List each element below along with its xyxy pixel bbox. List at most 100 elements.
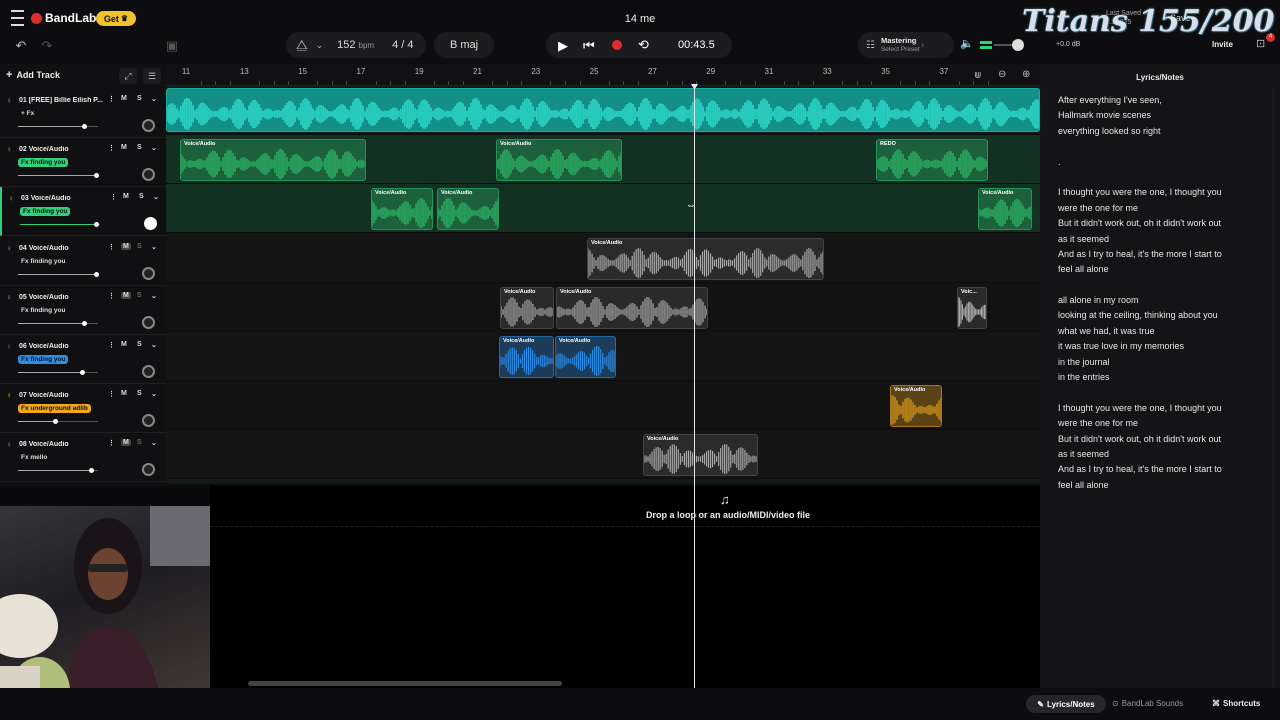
skip-back-icon[interactable]: ⏮ bbox=[583, 38, 595, 54]
volume-slider[interactable] bbox=[18, 320, 98, 326]
mute-button[interactable]: M bbox=[121, 390, 127, 397]
audio-clip[interactable]: Voice/Audio bbox=[180, 139, 366, 182]
solo-button[interactable]: S bbox=[137, 390, 142, 397]
fx-chip[interactable]: Fx finding you bbox=[18, 355, 69, 364]
track-name[interactable]: 01 [FREE] Billie Eilish P... bbox=[19, 97, 107, 104]
automation-icon[interactable]: ⤢ bbox=[119, 68, 137, 84]
fx-chip[interactable]: + Fx bbox=[18, 109, 37, 118]
audio-clip[interactable]: Voice/Audio bbox=[587, 237, 824, 280]
chevron-down-icon[interactable]: ⌄ bbox=[151, 243, 157, 251]
zoom-out-icon[interactable]: ⊖ bbox=[998, 69, 1006, 80]
track-name[interactable]: 05 Voice/Audio bbox=[19, 294, 107, 301]
audio-clip[interactable] bbox=[166, 88, 1040, 132]
audio-clip[interactable]: Voice/Audio bbox=[500, 286, 554, 329]
track-name[interactable]: 06 Voice/Audio bbox=[19, 343, 107, 350]
master-volume-knob[interactable] bbox=[1012, 39, 1024, 51]
more-icon[interactable]: ⋮ bbox=[108, 341, 115, 349]
solo-button[interactable]: S bbox=[137, 439, 142, 446]
volume-slider[interactable] bbox=[18, 173, 99, 179]
solo-button[interactable]: S bbox=[137, 292, 142, 299]
volume-slider[interactable] bbox=[18, 419, 98, 425]
audio-clip[interactable]: REDO bbox=[876, 139, 988, 182]
fx-chip[interactable]: Fx finding you bbox=[18, 306, 68, 315]
track-lanes[interactable]: Voice/Audio Voice/Audio REDO Voice/Audio Voi… bbox=[166, 86, 1040, 484]
track-header[interactable]: ♀ 04 Voice/Audio Fx finding you ⋮ M S ⌄ bbox=[0, 237, 166, 286]
track-name[interactable]: 08 Voice/Audio bbox=[19, 441, 107, 448]
key-selector[interactable]: B maj bbox=[434, 32, 494, 58]
metronome-dropdown-icon[interactable]: ⌄ bbox=[316, 40, 324, 51]
editor-toggle-icon[interactable]: ▣ bbox=[162, 37, 182, 55]
track-name[interactable]: 04 Voice/Audio bbox=[19, 245, 107, 252]
volume-handle[interactable] bbox=[81, 124, 87, 129]
track-header[interactable]: ♀ 02 Voice/Audio Fx finding you ⋮ M S ⌄ bbox=[0, 138, 166, 188]
solo-button[interactable]: S bbox=[139, 193, 144, 200]
mute-button[interactable]: M bbox=[121, 341, 127, 348]
more-icon[interactable]: ⋮ bbox=[108, 390, 115, 398]
playhead[interactable] bbox=[691, 84, 698, 688]
audio-clip[interactable]: Voice/Audio bbox=[499, 336, 554, 378]
fx-chip[interactable]: Fx finding you bbox=[20, 207, 71, 217]
invite-button[interactable]: Invite bbox=[1212, 40, 1233, 49]
volume-handle[interactable] bbox=[52, 419, 58, 425]
more-icon[interactable]: ⋮ bbox=[108, 144, 115, 152]
audio-clip[interactable]: Voice/Audio bbox=[890, 385, 942, 428]
chevron-down-icon[interactable]: ⌄ bbox=[153, 193, 159, 201]
track-header[interactable]: ♀ 01 [FREE] Billie Eilish P... + Fx ⋮ M S ⌄ bbox=[0, 89, 166, 138]
track-header[interactable]: ♀ 05 Voice/Audio Fx finding you ⋮ M S ⌄ bbox=[0, 286, 166, 335]
time-signature[interactable]: 4 / 4 bbox=[392, 39, 413, 51]
audio-clip[interactable]: Voice/Audio bbox=[978, 188, 1032, 231]
volume-handle[interactable] bbox=[94, 222, 99, 228]
more-icon[interactable]: ⋮ bbox=[108, 243, 115, 251]
chevron-down-icon[interactable]: ⌄ bbox=[151, 95, 157, 103]
snap-magnet-icon[interactable]: ⋓ bbox=[974, 70, 982, 81]
fx-chip[interactable]: Fx finding you bbox=[18, 257, 68, 266]
shortcuts-button[interactable]: ⌘ Shortcuts bbox=[1212, 699, 1260, 708]
more-icon[interactable]: ⋮ bbox=[108, 439, 115, 447]
audio-clip[interactable]: Voice/Audio bbox=[556, 286, 708, 329]
solo-button[interactable]: S bbox=[137, 144, 142, 151]
volume-slider[interactable] bbox=[20, 222, 100, 228]
chevron-down-icon[interactable]: ⌄ bbox=[151, 144, 157, 152]
pan-knob[interactable] bbox=[142, 414, 155, 428]
audio-clip[interactable]: Voic... bbox=[957, 286, 987, 329]
more-icon[interactable]: ⋮ bbox=[110, 193, 117, 201]
redo-icon[interactable]: ↷ bbox=[38, 37, 56, 55]
bandlab-logo[interactable]: BandLab bbox=[31, 11, 96, 25]
fx-chip[interactable]: Fx finding you bbox=[18, 158, 69, 168]
play-icon[interactable]: ▶ bbox=[558, 38, 568, 54]
project-title[interactable]: 14 me bbox=[600, 13, 680, 25]
pan-knob[interactable] bbox=[142, 266, 155, 280]
gift-icon[interactable]: ⊡ bbox=[1256, 37, 1265, 50]
volume-slider[interactable] bbox=[18, 370, 98, 375]
bpm-value[interactable]: 152 bbox=[337, 39, 355, 51]
mute-button[interactable]: M bbox=[121, 95, 127, 102]
audio-clip[interactable]: Voice/Audio bbox=[496, 139, 622, 182]
solo-button[interactable]: S bbox=[137, 243, 142, 250]
mute-button[interactable]: M bbox=[121, 242, 131, 250]
pan-knob[interactable] bbox=[142, 365, 155, 378]
tab-lyrics-notes[interactable]: ✎ Lyrics/Notes bbox=[1026, 695, 1106, 713]
undo-icon[interactable]: ↶ bbox=[12, 37, 30, 55]
more-icon[interactable]: ⋮ bbox=[108, 95, 115, 103]
timeline-ruler[interactable]: 11 13 15 17 19 21 23 25 27 29 31 33 35 37 bbox=[166, 64, 1040, 86]
volume-handle[interactable] bbox=[82, 320, 88, 326]
track-header[interactable]: ♀ 03 Voice/Audio Fx finding you ⋮ M S ⌄ bbox=[0, 187, 166, 237]
volume-handle[interactable] bbox=[93, 271, 99, 277]
horizontal-scrollbar[interactable] bbox=[248, 681, 562, 686]
volume-handle[interactable] bbox=[93, 173, 99, 179]
drop-zone[interactable]: ♫ Drop a loop or an audio/MIDI/video fil… bbox=[210, 486, 1040, 688]
track-lane[interactable] bbox=[166, 430, 1040, 480]
pan-knob[interactable] bbox=[142, 463, 155, 477]
speaker-icon[interactable]: 🔈 bbox=[960, 37, 974, 50]
mastering-button[interactable]: ☷ Mastering Select Preset › bbox=[858, 32, 954, 58]
pan-knob[interactable] bbox=[144, 217, 157, 231]
solo-button[interactable]: S bbox=[137, 95, 142, 102]
metronome-icon[interactable]: ⧋ bbox=[296, 37, 308, 53]
chevron-down-icon[interactable]: ⌄ bbox=[151, 390, 157, 398]
audio-clip[interactable]: Voice/Audio bbox=[437, 188, 499, 231]
volume-handle[interactable] bbox=[80, 370, 85, 375]
mixer-icon[interactable]: ☰ bbox=[143, 68, 161, 84]
hamburger-icon[interactable] bbox=[8, 10, 26, 26]
solo-button[interactable]: S bbox=[137, 341, 142, 348]
track-header[interactable]: ♀ 07 Voice/Audio Fx underground adlib ⋮ M S ⌄ bbox=[0, 384, 166, 434]
